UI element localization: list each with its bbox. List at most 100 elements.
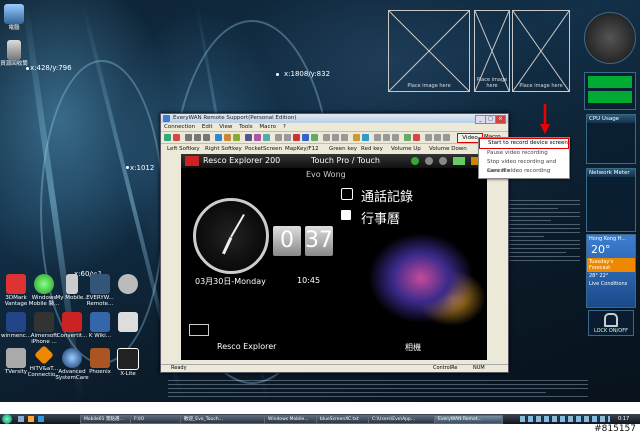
status-ready: Ready xyxy=(171,365,187,371)
tool-icon[interactable] xyxy=(413,134,420,141)
annotation-arrow-icon xyxy=(540,104,550,134)
keyboard-icon[interactable] xyxy=(254,134,261,141)
desktop-icon-computer[interactable]: 電腦 xyxy=(0,4,34,31)
device-top-bar: Resco Explorer 200 Touch Pro / Touch xyxy=(181,154,487,168)
volume-down-button[interactable]: Volume Down xyxy=(429,144,467,154)
tool-icon[interactable] xyxy=(341,134,348,141)
weather-link[interactable]: Live Conditions xyxy=(587,280,635,288)
menu-item-pause-recording[interactable]: Pause video recording xyxy=(479,149,569,158)
menu-view[interactable]: View xyxy=(219,124,232,130)
call-log-icon xyxy=(341,188,353,200)
tversity-icon xyxy=(6,348,26,368)
weather-forecast: Tuesday's Forecast xyxy=(587,258,635,272)
quicklaunch-icon[interactable] xyxy=(38,416,44,422)
image-placeholder: Place image here xyxy=(474,10,510,92)
refresh-icon[interactable] xyxy=(233,134,240,141)
call-log-link[interactable]: 通話記錄 xyxy=(361,186,413,205)
watermark-id: #815157 xyxy=(594,424,636,434)
hitv-icon xyxy=(34,345,54,365)
close-button[interactable]: × xyxy=(495,115,506,124)
cut-icon[interactable] xyxy=(185,134,192,141)
tool-icon[interactable] xyxy=(404,134,411,141)
file-icon[interactable] xyxy=(224,134,231,141)
device-top-profile[interactable]: Touch Pro / Touch xyxy=(311,154,380,168)
right-softkey-button[interactable]: Right Softkey xyxy=(205,144,242,154)
rotate-icon[interactable] xyxy=(275,134,282,141)
window-titlebar[interactable]: EveryWAN Remote Support(Personal Edition… xyxy=(161,114,508,124)
taskbar-item[interactable]: blueScreenXC.txt xyxy=(316,415,369,424)
taskbar-item[interactable]: Windows Mobile... xyxy=(264,415,317,424)
windows-flag-icon[interactable] xyxy=(185,156,199,166)
device-screen[interactable]: Resco Explorer 200 Touch Pro / Touch Evo… xyxy=(181,154,487,360)
placeholder-label: Place image here xyxy=(519,83,563,89)
red-key-button[interactable]: Red key xyxy=(361,144,383,154)
quicklaunch-icon[interactable] xyxy=(18,416,24,422)
taskbar-item[interactable]: F:\IO xyxy=(130,415,181,424)
coord-dot xyxy=(126,166,129,169)
sync-icon[interactable] xyxy=(311,134,318,141)
coord-label: x:428/y:796 xyxy=(30,64,72,72)
menu-edit[interactable]: Edit xyxy=(202,124,213,130)
taskbar-item[interactable]: C:\Users\Evo\App... xyxy=(368,415,435,424)
desktop-icon-xlite[interactable]: X-Lite xyxy=(108,348,148,377)
disconnect-icon[interactable] xyxy=(173,134,180,141)
device-top-app[interactable]: Resco Explorer 200 xyxy=(203,154,280,168)
green-key-button[interactable]: Green key xyxy=(329,144,357,154)
connect-icon[interactable] xyxy=(164,134,171,141)
analog-clock xyxy=(193,198,269,274)
device-left-softkey[interactable]: Resco Explorer xyxy=(217,342,276,351)
tool-icon[interactable] xyxy=(392,134,399,141)
paste-icon[interactable] xyxy=(203,134,210,141)
taskbar-clock[interactable]: 0:17 xyxy=(618,415,629,423)
stop-icon[interactable] xyxy=(293,134,300,141)
app-icon xyxy=(163,115,170,122)
menu-item-cancel-recording[interactable]: Cancel video recording xyxy=(479,167,569,176)
tool-icon[interactable] xyxy=(425,134,432,141)
menu-tools[interactable]: Tools xyxy=(239,124,253,130)
taskbar-item[interactable]: 歡迎_Evo_Touch... xyxy=(180,415,265,424)
tool-icon[interactable] xyxy=(353,134,360,141)
lock-gadget[interactable]: LOCK ON/OFF xyxy=(588,310,634,336)
device-right-softkey[interactable]: 相機 xyxy=(405,342,421,353)
task-icon[interactable] xyxy=(189,324,209,336)
copy-icon[interactable] xyxy=(194,134,201,141)
desktop-icon-app[interactable] xyxy=(108,312,148,333)
taskbar-item[interactable]: Mobile01 景點選... xyxy=(80,415,131,424)
tool-icon[interactable] xyxy=(443,134,450,141)
info-icon[interactable] xyxy=(302,134,309,141)
desktop-icon-dog[interactable] xyxy=(108,274,148,295)
zoom-icon[interactable] xyxy=(263,134,270,141)
fullscreen-icon[interactable] xyxy=(284,134,291,141)
clock-hour-digit: 0 xyxy=(273,226,301,256)
settings-icon[interactable] xyxy=(245,134,252,141)
quicklaunch-icon[interactable] xyxy=(28,416,34,422)
tool-icon[interactable] xyxy=(323,134,330,141)
tool-icon[interactable] xyxy=(332,134,339,141)
tool-icon[interactable] xyxy=(434,134,441,141)
menu-macro[interactable]: Macro xyxy=(259,124,276,130)
cpu-usage-title: CPU Usage xyxy=(587,115,635,123)
phone-icon xyxy=(411,157,419,165)
pocketscreen-button[interactable]: PocketScreen xyxy=(245,144,282,154)
network-meter-gadget: Network Meter xyxy=(586,168,636,232)
menu-help[interactable]: ? xyxy=(283,124,286,130)
weather-gadget: Hong Kong H... 20° Tuesday's Forecast 28… xyxy=(586,234,636,308)
menu-connection[interactable]: Connection xyxy=(164,124,195,130)
screen-icon[interactable] xyxy=(215,134,222,141)
menu-item-start-recording[interactable]: Start to record device screen xyxy=(479,138,569,149)
weather-low: 28° xyxy=(589,273,598,279)
left-softkey-button[interactable]: Left Softkey xyxy=(167,144,200,154)
start-button[interactable] xyxy=(2,414,12,424)
dog-icon xyxy=(118,274,138,294)
menu-item-stop-recording[interactable]: Stop video recording and save file xyxy=(479,158,569,174)
video-dropdown-menu: Start to record device screen Pause vide… xyxy=(478,137,570,179)
mapkey-button[interactable]: MapKey/F12 xyxy=(285,144,319,154)
calendar-link[interactable]: 行事曆 xyxy=(361,208,400,227)
tool-icon[interactable] xyxy=(362,134,369,141)
system-tray-icons[interactable] xyxy=(520,416,610,422)
taskbar-item[interactable]: EveryWAN Remot... xyxy=(434,415,503,424)
desktop-icon-recycle-bin[interactable]: 資源回收筒 xyxy=(0,40,34,67)
tool-icon[interactable] xyxy=(374,134,381,141)
volume-up-button[interactable]: Volume Up xyxy=(391,144,421,154)
tool-icon[interactable] xyxy=(383,134,390,141)
